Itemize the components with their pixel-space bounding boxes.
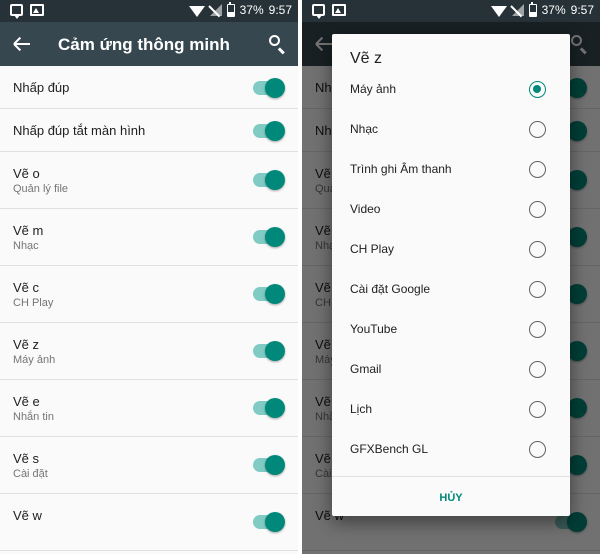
radio-button[interactable] [529, 81, 546, 98]
wifi-icon [188, 5, 205, 17]
message-notification-icon [10, 4, 23, 19]
no-signal-icon [511, 4, 524, 16]
dialog-option[interactable]: Gmail [332, 351, 570, 391]
setting-row-draw-m[interactable]: Vẽ m Nhạc [0, 209, 298, 266]
setting-row-draw-s[interactable]: Vẽ s Cài đặt [0, 437, 298, 494]
setting-title: Nhấp đúp tắt màn hình [13, 123, 146, 138]
setting-title: Vẽ s [13, 451, 40, 466]
option-label: Video [350, 202, 381, 216]
dialog-option[interactable]: YouTube [332, 311, 570, 351]
wifi-icon [490, 5, 507, 17]
setting-row-draw-w[interactable]: Vẽ w [0, 494, 298, 551]
option-label: Nhạc [350, 122, 379, 136]
app-bar: Cảm ứng thông minh [0, 22, 298, 66]
cancel-button[interactable]: HỦY [332, 486, 570, 510]
toggle-switch[interactable] [253, 455, 285, 475]
option-label: Trình ghi Âm thanh [350, 162, 452, 176]
dialog-option[interactable]: Cài đặt Google [332, 271, 570, 311]
clock: 9:57 [268, 3, 292, 17]
battery-percent: 37% [541, 3, 566, 17]
setting-row-double-tap[interactable]: Nhấp đúp [0, 66, 298, 109]
radio-button[interactable] [529, 321, 546, 338]
radio-button[interactable] [529, 401, 546, 418]
right-screen: 37% 9:57 Cảm ứng thông minh Nhấp đúp Nhấ… [302, 0, 600, 554]
toggle-switch[interactable] [253, 78, 285, 98]
app-picker-dialog: Vẽ z Máy ảnh Nhạc Trình ghi Âm thanh Video C… [332, 34, 570, 516]
setting-subtitle: Cài đặt [13, 468, 48, 480]
battery-icon [528, 1, 537, 17]
dialog-option[interactable]: GFXBench GL [332, 431, 570, 471]
setting-subtitle: Nhắn tin [13, 411, 54, 423]
toggle-switch[interactable] [253, 121, 285, 141]
arrow-back-icon[interactable] [10, 32, 34, 56]
setting-row-draw-o[interactable]: Vẽ o Quản lý file [0, 152, 298, 209]
dialog-option[interactable]: CH Play [332, 231, 570, 271]
setting-title: Vẽ e [13, 394, 40, 409]
toggle-switch[interactable] [253, 284, 285, 304]
radio-button[interactable] [529, 281, 546, 298]
page-title: Cảm ứng thông minh [58, 35, 230, 54]
clock: 9:57 [570, 3, 594, 17]
setting-title: Nhấp đúp [13, 80, 70, 95]
radio-button[interactable] [529, 361, 546, 378]
radio-button[interactable] [529, 121, 546, 138]
setting-row-draw-e[interactable]: Vẽ e Nhắn tin [0, 380, 298, 437]
dialog-title: Vẽ z [350, 50, 383, 67]
dialog-option[interactable]: Máy ảnh [332, 71, 570, 111]
setting-row-draw-c[interactable]: Vẽ c CH Play [0, 266, 298, 323]
setting-title: Vẽ m [13, 223, 44, 238]
left-screen: 37% 9:57 Cảm ứng thông minh Nhấp đúp Nhấ… [0, 0, 298, 554]
status-bar: 37% 9:57 [0, 0, 298, 22]
option-label: Gmail [350, 362, 382, 376]
toggle-switch[interactable] [253, 512, 285, 532]
toggle-switch[interactable] [253, 398, 285, 418]
message-notification-icon [312, 4, 325, 19]
no-signal-icon [209, 4, 222, 16]
option-label: YouTube [350, 322, 398, 336]
toggle-switch[interactable] [253, 341, 285, 361]
search-icon[interactable] [268, 34, 288, 55]
option-label: Máy ảnh [350, 82, 397, 96]
status-bar: 37% 9:57 [302, 0, 600, 22]
dialog-option[interactable]: Trình ghi Âm thanh [332, 151, 570, 191]
setting-title: Vẽ o [13, 166, 40, 181]
option-label: Cài đặt Google [350, 282, 431, 296]
setting-title: Vẽ z [13, 337, 40, 352]
setting-subtitle: Quản lý file [13, 183, 69, 195]
setting-title: Vẽ w [13, 508, 42, 523]
toggle-switch[interactable] [253, 170, 285, 190]
settings-list: Nhấp đúp Nhấp đúp tắt màn hình Vẽ o Quản… [0, 66, 298, 554]
setting-title: Vẽ c [13, 280, 40, 295]
toggle-switch[interactable] [253, 227, 285, 247]
radio-button[interactable] [529, 241, 546, 258]
image-notification-icon [30, 4, 44, 16]
battery-percent: 37% [239, 3, 264, 17]
option-label: GFXBench GL [350, 442, 429, 456]
setting-subtitle: Nhạc [13, 240, 39, 252]
radio-button[interactable] [529, 441, 546, 458]
dialog-option[interactable]: Lịch [332, 391, 570, 431]
dialog-option[interactable]: Nhạc [332, 111, 570, 151]
option-label: Lịch [350, 402, 373, 416]
dialog-divider [332, 476, 570, 477]
radio-button[interactable] [529, 161, 546, 178]
setting-subtitle: CH Play [13, 297, 54, 309]
dialog-option[interactable]: Video [332, 191, 570, 231]
battery-icon [226, 1, 235, 17]
image-notification-icon [332, 4, 346, 16]
setting-subtitle: Máy ảnh [13, 354, 56, 366]
setting-row-double-tap-screen-off[interactable]: Nhấp đúp tắt màn hình [0, 109, 298, 152]
option-label: CH Play [350, 242, 395, 256]
setting-row-draw-z[interactable]: Vẽ z Máy ảnh [0, 323, 298, 380]
radio-button[interactable] [529, 201, 546, 218]
